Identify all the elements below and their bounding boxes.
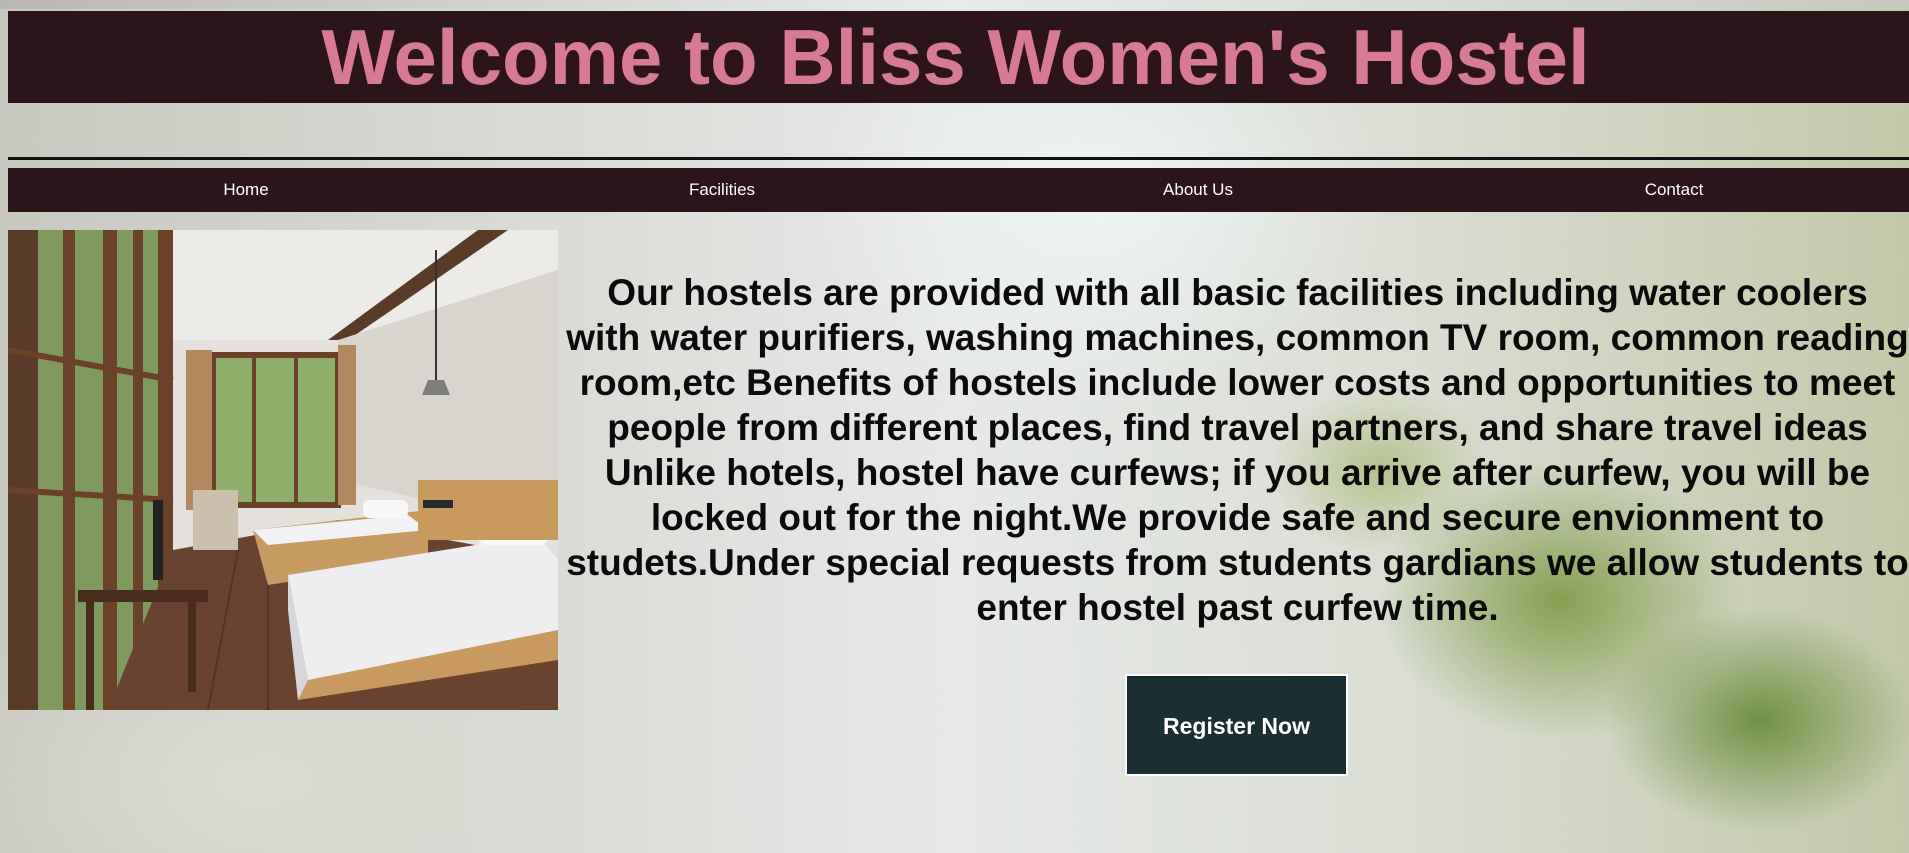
main-nav: Home Facilities About Us Contact [8, 168, 1909, 212]
nav-link-contact[interactable]: Contact [1436, 168, 1909, 212]
nav-link-home[interactable]: Home [8, 168, 484, 212]
page-title: Welcome to Bliss Women's Hostel [321, 13, 1590, 101]
nav-link-facilities[interactable]: Facilities [484, 168, 960, 212]
hostel-room-image [8, 230, 558, 710]
facilities-description: Our hostels are provided with all basic … [566, 272, 1909, 628]
nav-link-about-us[interactable]: About Us [960, 168, 1436, 212]
site-header: Welcome to Bliss Women's Hostel [8, 11, 1909, 103]
page-top-strip [0, 0, 1909, 9]
divider [8, 157, 1909, 160]
register-now-button[interactable]: Register Now [1125, 674, 1348, 776]
